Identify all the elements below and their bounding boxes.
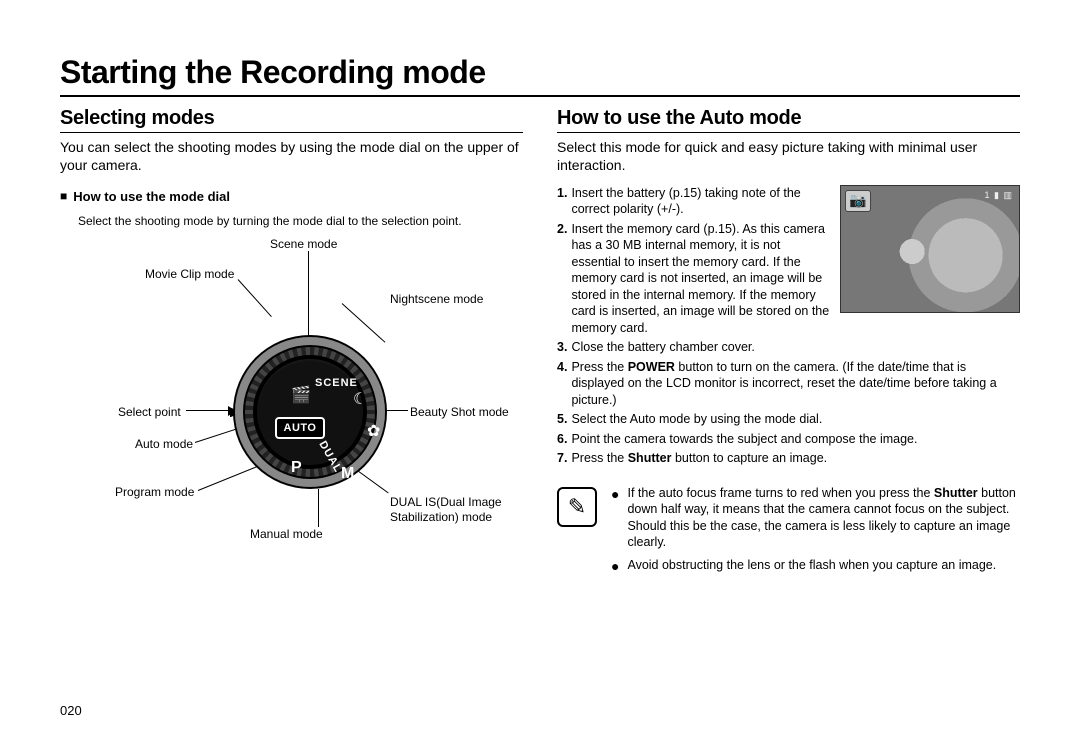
note-pencil-icon: ✎ [557,487,597,527]
dial-text-p: P [291,459,302,477]
square-bullet-icon: ■ [60,189,67,204]
beauty-shot-icon: ✿ [367,421,380,441]
label-manual-mode: Manual mode [250,527,323,541]
title-rule [60,95,1020,97]
bullet-icon: ● [611,559,619,574]
list-item: 3.Close the battery chamber cover. [557,339,1020,356]
label-nightscene-mode: Nightscene mode [390,292,483,306]
page-title: Starting the Recording mode [60,54,1020,91]
dial-text-dual: DUAL [316,439,344,475]
nightscene-icon: ☾ [353,389,367,409]
sub-description: Select the shooting mode by turning the … [78,214,523,230]
list-item: 6.Point the camera towards the subject a… [557,431,1020,448]
right-intro: Select this mode for quick and easy pict… [557,139,1020,175]
left-column: Selecting modes You can select the shoot… [60,107,523,579]
label-auto-mode: Auto mode [135,437,193,451]
dial-text-scene: SCENE [315,377,358,389]
mode-dial: SCENE 🎬 ☾ ✿ AUTO P M DUAL [235,337,385,487]
list-item: ●If the auto focus frame turns to red wh… [611,485,1020,551]
label-scene-mode: Scene mode [270,237,337,251]
bullet-icon: ● [611,487,619,551]
sub-heading: ■ How to use the mode dial [60,189,523,204]
section-rule [60,132,523,133]
label-movie-clip-mode: Movie Clip mode [145,267,234,281]
right-column: How to use the Auto mode Select this mod… [557,107,1020,579]
section-rule [557,132,1020,133]
mode-dial-diagram: Scene mode Movie Clip mode Nightscene mo… [60,237,523,557]
label-program-mode: Program mode [115,485,194,499]
label-dual-is-mode: DUAL IS(Dual Image Stabilization) mode [390,495,520,524]
sub-heading-text: How to use the mode dial [73,189,230,204]
camera-icon: 📷 [845,190,871,212]
left-intro: You can select the shooting modes by usi… [60,139,523,175]
note-block: ✎ ●If the auto focus frame turns to red … [557,485,1020,580]
lcd-preview-image: 📷 1 ▮ ▥ [840,185,1020,313]
label-select-point: Select point [118,405,181,419]
lcd-status-text: 1 ▮ ▥ [985,190,1013,201]
dial-auto-badge: AUTO [275,417,325,439]
list-item: 7.Press the Shutter button to capture an… [557,450,1020,467]
section-title-auto-mode: How to use the Auto mode [557,107,1020,130]
list-item: 4.Press the POWER button to turn on the … [557,359,1020,409]
movie-clip-icon: 🎬 [291,385,311,405]
list-item: ●Avoid obstructing the lens or the flash… [611,557,1020,574]
page-number: 020 [60,703,82,718]
label-beauty-shot-mode: Beauty Shot mode [410,405,509,419]
section-title-selecting: Selecting modes [60,107,523,130]
list-item: 5.Select the Auto mode by using the mode… [557,411,1020,428]
